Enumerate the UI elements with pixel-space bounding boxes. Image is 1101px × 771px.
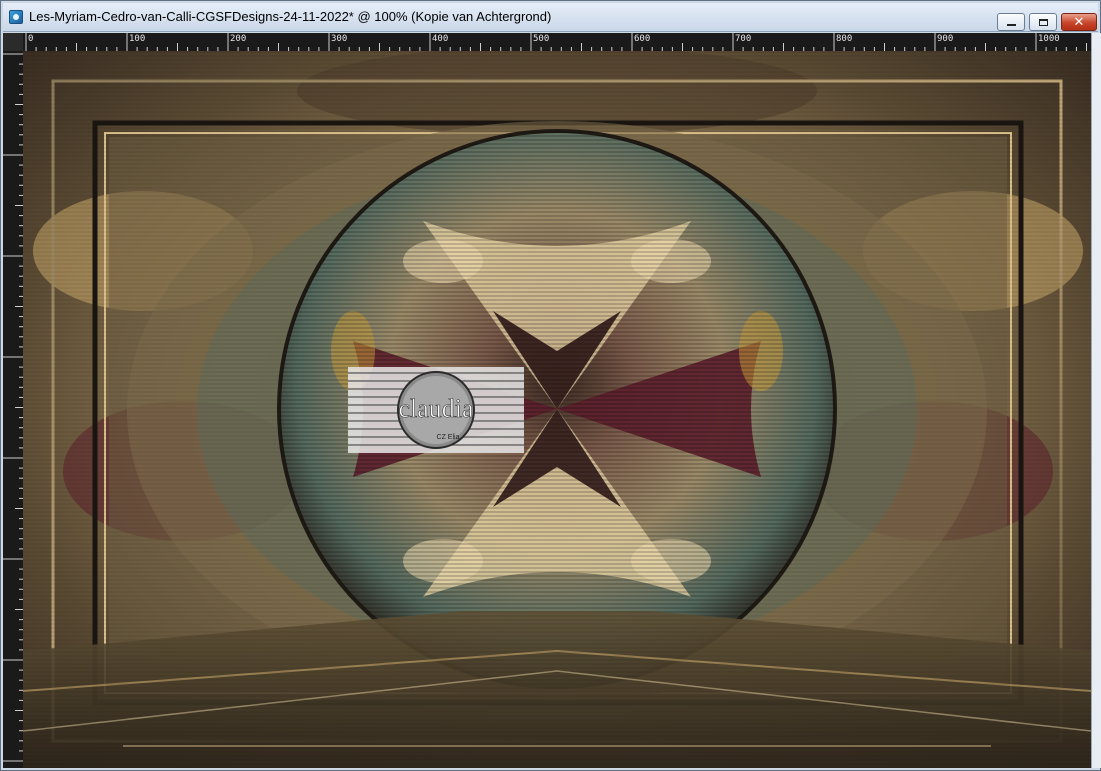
watermark-text: claudia [398, 394, 474, 423]
ruler-tick-label: 100 [129, 34, 146, 44]
ruler-horizontal: 0 100 200 300 400 500 600 700 800 900 1000 [23, 33, 1091, 51]
ruler-tick-label: 900 [937, 34, 954, 44]
vertical-scrollbar[interactable] [1091, 33, 1101, 768]
ruler-tick-label: 800 [836, 34, 853, 44]
maximize-icon [1038, 18, 1048, 26]
ruler-vertical-ticks [3, 53, 23, 762]
ruler-tick-label: 700 [735, 34, 752, 44]
close-icon: ✕ [1073, 14, 1085, 29]
minimize-button[interactable] [997, 13, 1025, 31]
ruler-tick-label: 400 [432, 34, 449, 44]
title-bar[interactable]: Les-Myriam-Cedro-van-Calli-CGSFDesigns-2… [3, 3, 1098, 32]
minimize-icon [1006, 24, 1016, 26]
ruler-tick-label: 500 [533, 34, 550, 44]
maximize-button[interactable] [1029, 13, 1057, 31]
ruler-tick-label: 1000 [1038, 34, 1060, 44]
image-canvas[interactable]: claudia CZ Elia [23, 51, 1091, 768]
ruler-tick-label: 300 [331, 34, 348, 44]
watermark-subtitle: CZ Elia [437, 434, 460, 441]
window-title: Les-Myriam-Cedro-van-Calli-CGSFDesigns-2… [29, 9, 552, 24]
ruler-vertical [3, 51, 23, 768]
ruler-corner [3, 33, 23, 51]
app-icon [9, 10, 23, 24]
ruler-tick-label: 200 [230, 34, 247, 44]
artwork [23, 51, 1091, 768]
ruler-tick-label: 0 [28, 34, 34, 44]
close-button[interactable]: ✕ [1061, 13, 1097, 31]
app-window: Les-Myriam-Cedro-van-Calli-CGSFDesigns-2… [0, 0, 1101, 771]
ruler-tick-label: 600 [634, 34, 651, 44]
watermark-logo: claudia CZ Elia [348, 367, 524, 453]
ruler-horizontal-ticks [25, 33, 1087, 51]
